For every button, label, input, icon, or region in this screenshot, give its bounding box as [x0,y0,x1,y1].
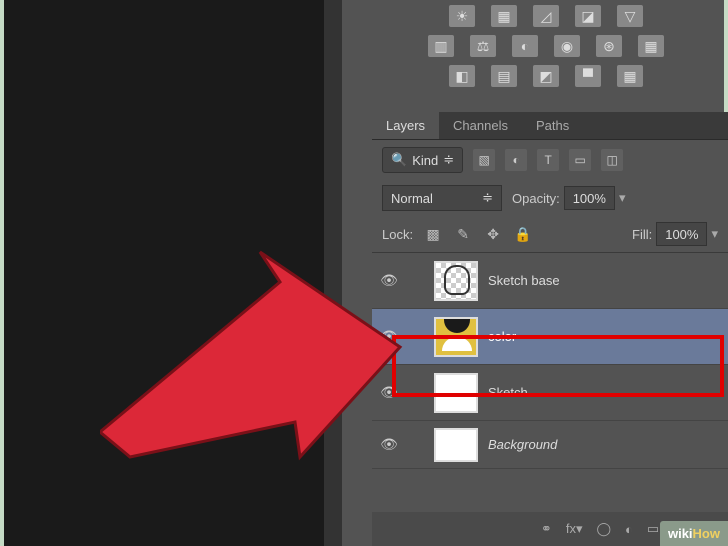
fill-label: Fill: [632,227,652,242]
blend-mode-value: Normal [391,191,433,206]
layers-panel: Layers Channels Paths 🔍 Kind ≑ ▧ ◐ T ▭ ◫… [372,112,728,546]
brightness-icon[interactable]: ☀ [449,5,475,27]
layer-filter-row: 🔍 Kind ≑ ▧ ◐ T ▭ ◫ [372,140,728,180]
vibrance-icon[interactable]: ▽ [617,5,643,27]
posterize-icon[interactable]: ▤ [491,65,517,87]
watermark-prefix: wiki [668,526,693,541]
opacity-label: Opacity: [512,191,560,206]
layers-list: 👁 Sketch base 👁 color 👁 Sketch 👁 [372,252,728,469]
app-frame: ☀ ▦ ◿ ◪ ▽ ▥ ⚖ ◐ ◉ ⊛ ▦ ◧ ▤ ◩ ▀ ▦ Layers C… [4,0,724,546]
lock-pixels-icon[interactable]: ✎ [453,224,473,244]
adjustments-panel: ☀ ▦ ◿ ◪ ▽ ▥ ⚖ ◐ ◉ ⊛ ▦ ◧ ▤ ◩ ▀ ▦ [368,0,724,100]
selective-icon[interactable]: ▦ [617,65,643,87]
lock-all-icon[interactable]: 🔒 [513,224,533,244]
blend-mode-dropdown[interactable]: Normal ≑ [382,185,502,211]
adjustment-icon[interactable]: ◐ [625,522,633,537]
fill-value[interactable]: 100% [656,222,707,246]
fx-icon[interactable]: fx▾ [566,521,583,537]
layer-row[interactable]: 👁 Sketch [372,365,728,421]
lookup-icon[interactable]: ▦ [638,35,664,57]
bw-icon[interactable]: ◐ [512,35,538,57]
dropdown-icon: ≑ [443,152,454,168]
document-area [4,0,342,546]
tab-paths[interactable]: Paths [522,112,583,139]
visibility-icon[interactable]: 👁 [378,326,400,348]
filter-type-icon[interactable]: T [537,149,559,171]
layer-row-selected[interactable]: 👁 color [372,309,728,365]
lock-row: Lock: ▩ ✎ ✥ 🔒 Fill: 100% ▾ [372,216,728,252]
lock-position-icon[interactable]: ✥ [483,224,503,244]
tab-channels[interactable]: Channels [439,112,522,139]
balance-icon[interactable]: ⚖ [470,35,496,57]
filter-shape-icon[interactable]: ▭ [569,149,591,171]
photo-filter-icon[interactable]: ◉ [554,35,580,57]
layer-name: Background [488,437,557,452]
filter-kind-label: Kind [412,153,438,168]
layer-thumbnail[interactable] [434,373,478,413]
layer-row[interactable]: 👁 Sketch base [372,253,728,309]
levels-icon[interactable]: ▦ [491,5,517,27]
threshold-icon[interactable]: ◩ [533,65,559,87]
filter-kind-dropdown[interactable]: 🔍 Kind ≑ [382,147,463,173]
gradient-map-icon[interactable]: ▀ [575,65,601,87]
search-icon: 🔍 [391,152,407,168]
lock-label: Lock: [382,227,413,242]
layer-thumbnail[interactable] [434,261,478,301]
mixer-icon[interactable]: ⊛ [596,35,622,57]
filter-pixel-icon[interactable]: ▧ [473,149,495,171]
invert-icon[interactable]: ◧ [449,65,475,87]
visibility-icon[interactable]: 👁 [378,270,400,292]
filter-adjust-icon[interactable]: ◐ [505,149,527,171]
dropdown-icon[interactable]: ▾ [619,190,626,206]
link-icon[interactable]: ⚭ [541,521,552,537]
layer-thumbnail[interactable] [434,428,478,462]
curves-icon[interactable]: ◿ [533,5,559,27]
layer-name: color [488,329,516,344]
canvas-dark [4,0,324,546]
filter-smart-icon[interactable]: ◫ [601,149,623,171]
visibility-icon[interactable]: 👁 [378,434,400,456]
mask-icon[interactable]: ◯ [596,521,611,537]
watermark-suffix: How [693,526,720,541]
blend-row: Normal ≑ Opacity: 100% ▾ [372,180,728,216]
dropdown-icon: ≑ [482,190,493,206]
opacity-value[interactable]: 100% [564,186,615,210]
lock-transparent-icon[interactable]: ▩ [423,224,443,244]
layer-row[interactable]: 👁 Background [372,421,728,469]
panel-tabbar: Layers Channels Paths [372,112,728,140]
tab-layers[interactable]: Layers [372,112,439,139]
watermark: wikiHow [660,521,728,546]
visibility-icon[interactable]: 👁 [378,382,400,404]
exposure-icon[interactable]: ◪ [575,5,601,27]
hue-icon[interactable]: ▥ [428,35,454,57]
dropdown-icon[interactable]: ▾ [711,226,718,242]
layer-name: Sketch base [488,273,560,288]
layer-name: Sketch [488,385,528,400]
group-icon[interactable]: ▭ [647,521,659,537]
layer-thumbnail[interactable] [434,317,478,357]
